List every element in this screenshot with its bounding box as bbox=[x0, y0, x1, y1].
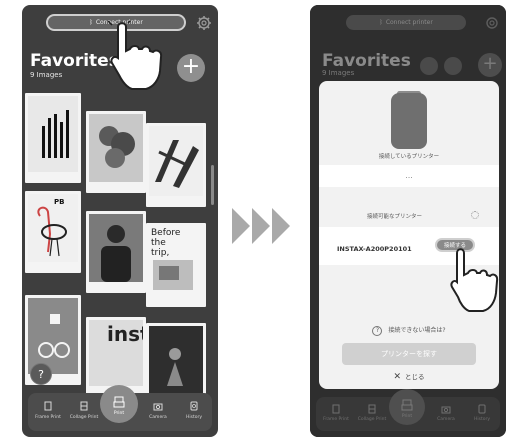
bluetooth-icon: ᛒ bbox=[379, 19, 383, 26]
help-link[interactable]: ? 接続できない場合は? bbox=[319, 325, 499, 336]
nav-collage-print[interactable]: Collage Print bbox=[66, 393, 102, 431]
nav-camera: Camera bbox=[428, 397, 464, 431]
nav-label: Frame Print bbox=[323, 417, 349, 422]
close-label: とじる bbox=[405, 373, 425, 381]
close-icon: ✕ bbox=[393, 372, 402, 382]
app-screen-connect-dialog: ᛒ Connect printer Favorites 9 Images + 接… bbox=[310, 5, 506, 437]
gear-icon bbox=[486, 17, 498, 29]
collage-print-icon bbox=[368, 404, 376, 414]
photo-caption: inst bbox=[107, 322, 143, 346]
collage-print-icon bbox=[80, 401, 88, 411]
app-screen-favorites: ᛒ Connect printer Favorites 9 Images + P… bbox=[22, 5, 218, 437]
question-icon: ? bbox=[372, 325, 383, 336]
nav-camera[interactable]: Camera bbox=[140, 393, 176, 431]
history-icon bbox=[478, 404, 486, 414]
transition-arrows-icon bbox=[232, 208, 290, 244]
add-button: + bbox=[478, 53, 502, 77]
frame-print-icon bbox=[44, 401, 52, 411]
connected-printer-row: ... bbox=[319, 165, 499, 187]
nav-label: Camera bbox=[437, 417, 455, 422]
page-title: Favorites bbox=[322, 51, 411, 71]
nav-label: Print bbox=[113, 411, 125, 416]
nav-print[interactable]: Print bbox=[100, 385, 138, 423]
nav-label: History bbox=[185, 415, 202, 420]
help-text: 接続できない場合は? bbox=[388, 327, 446, 334]
printer-name: INSTAX-A200P20101 bbox=[337, 245, 412, 253]
photo-card[interactable] bbox=[86, 211, 146, 293]
scrollbar[interactable] bbox=[211, 165, 214, 205]
photo-card[interactable] bbox=[146, 123, 206, 207]
connected-placeholder: ... bbox=[405, 171, 413, 180]
search-printer-button[interactable]: プリンターを探す bbox=[342, 343, 476, 365]
frame-print-icon bbox=[332, 404, 340, 414]
nav-collage-print: Collage Print bbox=[354, 397, 390, 431]
camera-icon bbox=[441, 406, 451, 414]
printer-image bbox=[391, 93, 427, 149]
photo-card[interactable] bbox=[25, 93, 81, 183]
history-icon bbox=[190, 401, 198, 411]
nav-label: Print bbox=[401, 414, 413, 419]
image-count: 9 Images bbox=[322, 69, 355, 77]
nav-label: Collage Print bbox=[69, 415, 99, 420]
printer-connect-sheet: 接続しているプリンター ... 接続可能なプリンター INSTAX-A200P2… bbox=[319, 81, 499, 389]
close-button[interactable]: ✕ とじる bbox=[319, 371, 499, 382]
help-button[interactable]: ? bbox=[30, 363, 52, 385]
connect-printer-label: Connect printer bbox=[385, 19, 433, 26]
tap-hand-icon bbox=[450, 248, 499, 312]
photo-card[interactable]: Before the trip, bbox=[146, 223, 206, 307]
photo-card[interactable]: PB bbox=[25, 191, 81, 273]
nav-frame-print[interactable]: Frame Print bbox=[30, 393, 66, 431]
nav-label: History bbox=[473, 417, 490, 422]
bottom-nav: Frame Print Collage Print Print Camera H… bbox=[316, 389, 500, 431]
select-icon bbox=[444, 57, 462, 75]
nav-history[interactable]: History bbox=[176, 393, 212, 431]
nav-label: Collage Print bbox=[357, 417, 387, 422]
camera-icon bbox=[153, 403, 163, 411]
print-icon bbox=[401, 399, 413, 411]
nav-print: Print bbox=[389, 389, 425, 425]
print-icon bbox=[113, 396, 125, 408]
loading-spinner-icon bbox=[471, 211, 479, 219]
nav-label: Frame Print bbox=[35, 415, 61, 420]
available-printer-label: 接続可能なプリンター bbox=[367, 214, 423, 220]
connect-printer-button: ᛒ Connect printer bbox=[346, 15, 466, 30]
connected-printer-label: 接続しているプリンター bbox=[378, 154, 440, 160]
nav-history: History bbox=[464, 397, 500, 431]
photo-card[interactable] bbox=[86, 111, 146, 193]
nav-label: Camera bbox=[149, 415, 167, 420]
sort-icon bbox=[420, 57, 438, 75]
bottom-nav: Frame Print Collage Print Print Camera H… bbox=[28, 385, 212, 431]
nav-frame-print: Frame Print bbox=[318, 397, 354, 431]
tap-hand-icon bbox=[108, 21, 163, 90]
